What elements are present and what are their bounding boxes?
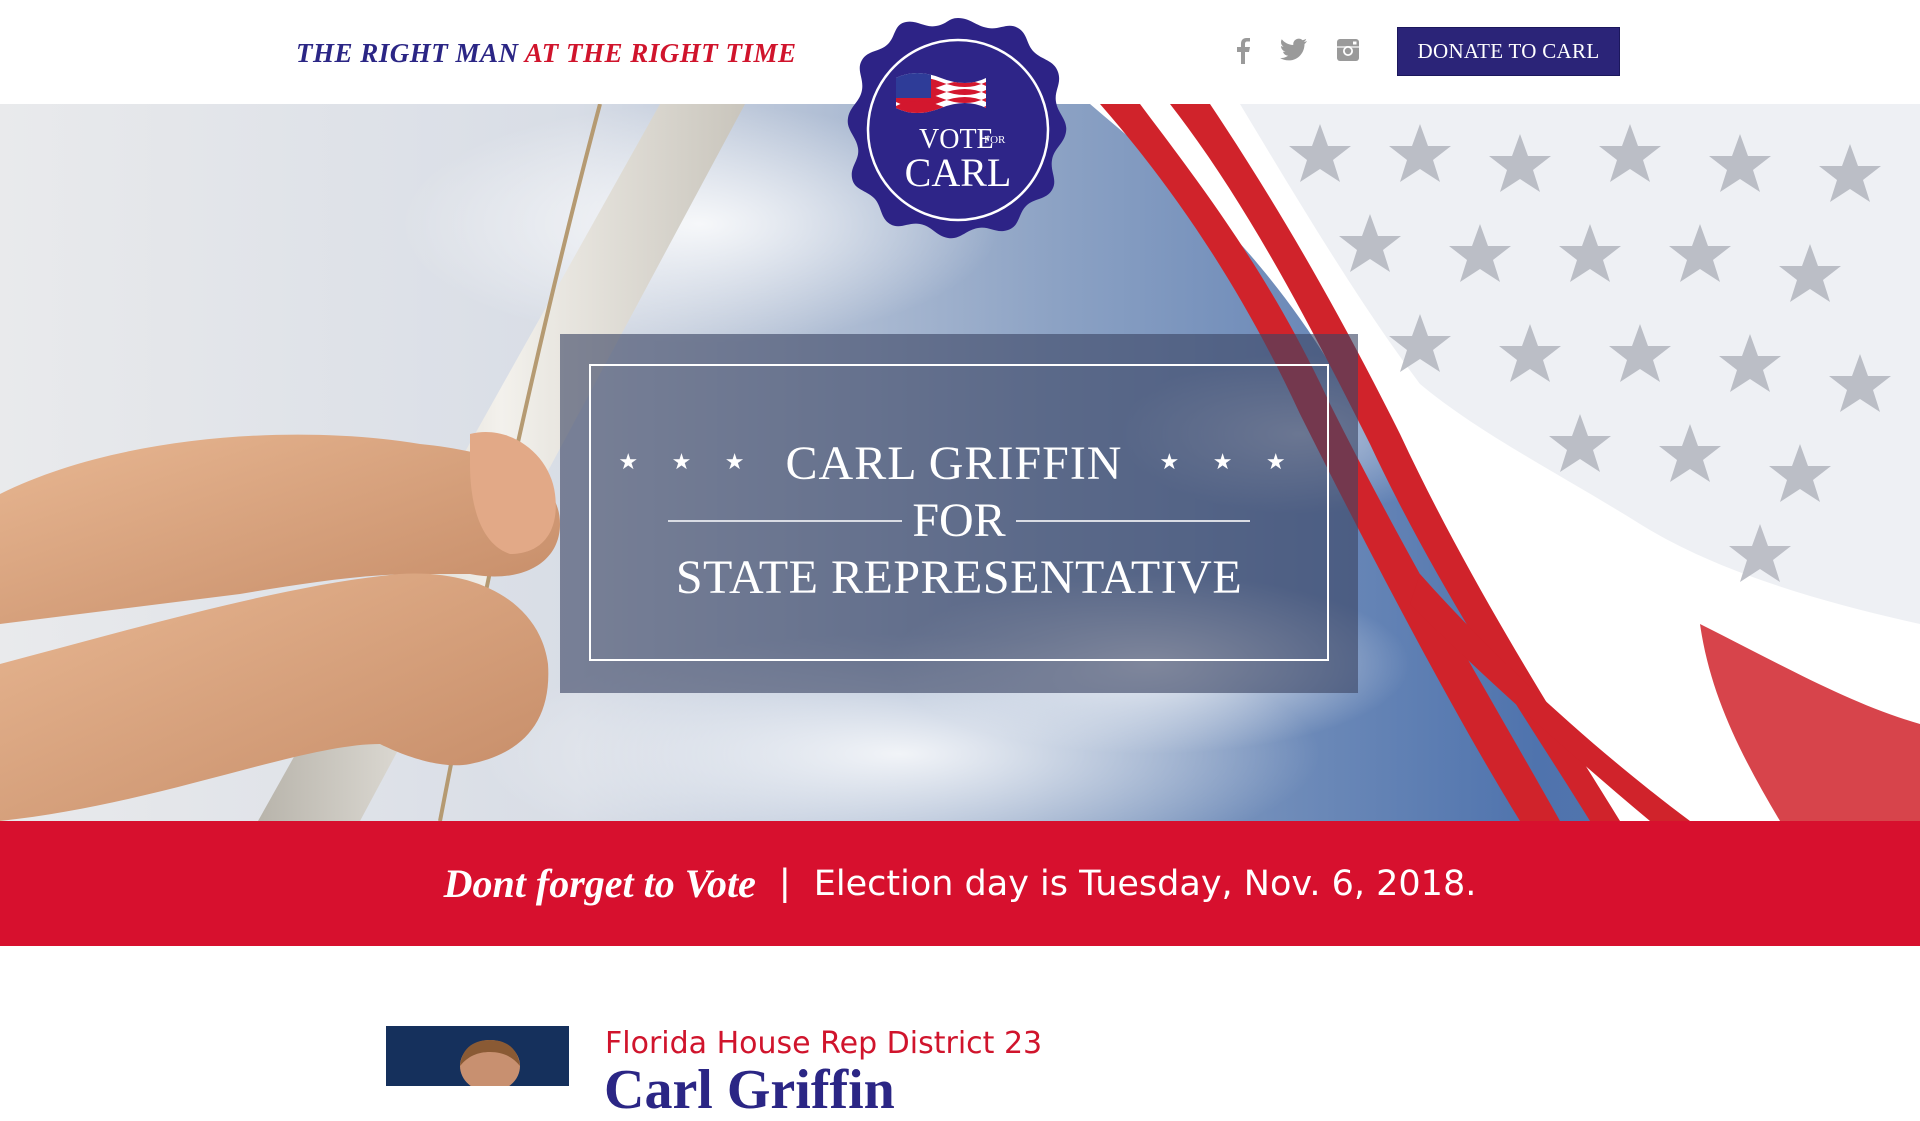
vote-for-carl-logo[interactable]: VOTE FOR CARL [841,16,1075,244]
candidate-name: Carl Griffin [604,1059,895,1121]
tagline: THE RIGHT MAN AT THE RIGHT TIME [296,38,797,69]
candidate-photo [386,1026,569,1086]
stars-right-icon: ★ ★ ★ [1159,448,1300,474]
facebook-icon[interactable] [1236,38,1250,64]
hero-title-frame: ★ ★ ★ CARL GRIFFIN ★ ★ ★ FOR STATE REPRE… [589,364,1329,661]
divider-left [668,519,903,522]
election-reminder-banner: Dont forget to Vote | Election day is Tu… [0,821,1920,946]
hero-for-line: FOR [591,493,1327,548]
candidate-name-heading: CARL GRIFFIN [785,437,1123,490]
election-date-text: Election day is Tuesday, Nov. 6, 2018. [813,863,1477,904]
tagline-part1: THE RIGHT MAN [296,38,519,68]
district-label: Florida House Rep District 23 [605,1026,1043,1061]
reminder-headline: Dont forget to Vote [443,861,756,906]
hero-title-line: ★ ★ ★ CARL GRIFFIN ★ ★ ★ [591,436,1327,491]
badge-name: CARL [905,150,1012,195]
twitter-icon[interactable] [1280,38,1308,62]
stars-left-icon: ★ ★ ★ [618,448,759,474]
tagline-part2: AT THE RIGHT TIME [524,38,797,68]
divider-right [1015,519,1250,522]
hero-title-card: ★ ★ ★ CARL GRIFFIN ★ ★ ★ FOR STATE REPRE… [560,334,1358,693]
badge-for: FOR [984,134,1006,146]
instagram-icon[interactable] [1336,38,1360,62]
hero-for-text: FOR [912,494,1006,547]
donate-button[interactable]: DONATE TO CARL [1397,27,1620,76]
banner-separator: | [779,862,790,904]
office-heading: STATE REPRESENTATIVE [675,551,1243,604]
